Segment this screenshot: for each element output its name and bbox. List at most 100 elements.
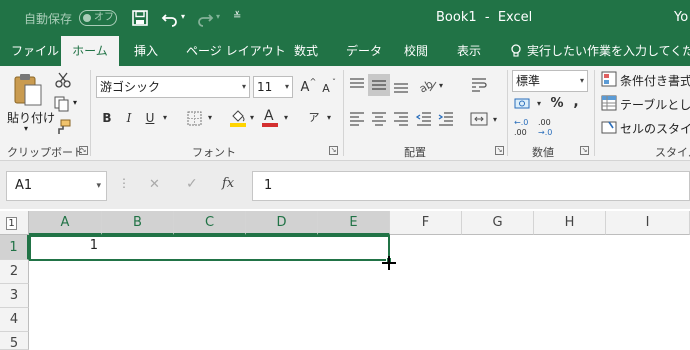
cell-styles-icon[interactable] [601,119,617,135]
dec-decimal-bottom: →.0 [538,128,553,137]
borders-dropdown-icon[interactable]: ▾ [205,108,215,128]
comma-button[interactable]: , [571,92,581,112]
insert-function-icon[interactable]: fx [222,176,234,191]
decrease-decimal-icon[interactable]: .00 →.0 [538,118,560,140]
copy-dropdown-icon[interactable]: ▾ [73,98,77,107]
user-name[interactable]: Yo [674,10,688,25]
align-middle-icon[interactable] [368,74,390,96]
customize-qat-icon[interactable]: ≚ [233,11,241,22]
font-color-dropdown-icon[interactable]: ▾ [281,108,291,128]
document-title: Book1 - Excel [436,10,533,25]
column-header-A[interactable]: A [29,211,102,235]
format-painter-icon[interactable] [55,119,71,135]
underline-dropdown-icon[interactable]: ▾ [160,108,170,128]
clipboard-launcher-icon[interactable]: ↘ [79,146,88,155]
row-header-2[interactable]: 2 [0,260,29,284]
fill-color-icon[interactable] [230,108,246,128]
fill-color-dropdown-icon[interactable]: ▾ [247,108,257,128]
font-size-select[interactable]: 11 ▾ [253,76,293,98]
increase-indent-icon[interactable] [437,110,455,128]
format-as-table-icon[interactable] [601,95,617,111]
orientation-icon[interactable]: ab [417,76,438,96]
phonetic-icon[interactable]: ア [307,108,321,128]
number-launcher-icon[interactable]: ↘ [580,146,589,155]
align-left-icon[interactable] [348,110,366,128]
selection-active-cell [31,237,101,259]
conditional-formatting-icon[interactable] [601,71,617,87]
tab-formulas[interactable]: 数式 [294,36,318,66]
column-header-G[interactable]: G [462,211,534,235]
copy-icon[interactable] [54,96,70,112]
tab-view[interactable]: 表示 [457,36,481,66]
paste-icon[interactable] [12,72,44,108]
paste-label[interactable]: 貼り付け [7,109,55,126]
decrease-indent-icon[interactable] [415,110,433,128]
merge-center-icon[interactable] [470,110,488,128]
undo-dropdown-icon[interactable]: ▾ [181,12,185,21]
increase-decimal-icon[interactable]: ←.0 .00 [514,118,536,140]
tell-me-search[interactable]: 実行したい作業を入力してください [527,36,690,66]
enter-icon[interactable]: ✓ [186,176,198,192]
tab-review[interactable]: 校閲 [404,36,428,66]
chevron-down-icon: ▾ [241,82,246,91]
align-center-icon[interactable] [370,110,388,128]
row-header-3[interactable]: 3 [0,284,29,308]
column-header-D[interactable]: D [246,211,318,235]
italic-button[interactable]: I [122,108,136,128]
cell-styles-button[interactable]: セルのスタイル [620,120,690,137]
tab-home[interactable]: ホーム [61,36,119,66]
accounting-format-icon[interactable] [514,96,532,112]
format-as-table-button[interactable]: テーブルとして書 [620,96,690,113]
autosave-toggle[interactable]: オフ [79,10,117,26]
inc-decimal-top: ←.0 [514,118,529,127]
font-color-icon[interactable]: A [262,108,278,128]
align-bottom-icon[interactable] [392,76,410,94]
align-top-icon[interactable] [348,76,366,94]
cut-icon[interactable] [55,72,71,88]
row-header-1[interactable]: 1 [0,235,29,260]
merge-dropdown-icon[interactable]: ▾ [490,110,500,130]
phonetic-dropdown-icon[interactable]: ▾ [324,108,334,128]
number-format-select[interactable]: 標準 ▾ [512,70,588,92]
ribbon-home: 貼り付け ▾ ▾ クリップボード ↘ 游ゴシック ▾ 11 ▾ A ^ A ˇ … [0,66,690,161]
font-launcher-icon[interactable]: ↘ [329,146,338,155]
column-header-C[interactable]: C [174,211,246,235]
lightbulb-icon [510,44,522,58]
row-header-5[interactable]: 5 [0,332,29,350]
conditional-formatting-button[interactable]: 条件付き書式 [620,72,690,89]
paste-dropdown-icon[interactable]: ▾ [24,124,28,133]
wrap-text-icon[interactable] [470,76,488,94]
column-header-H[interactable]: H [534,211,606,235]
formula-bar-grip-icon[interactable]: ⋮ [118,176,130,190]
row-header-4[interactable]: 4 [0,308,29,332]
formula-input[interactable]: 1 [252,171,690,201]
orientation-dropdown-icon[interactable]: ▾ [436,76,446,96]
tab-insert[interactable]: 挿入 [134,36,158,66]
redo-dropdown-icon[interactable]: ▾ [216,12,220,21]
percent-button[interactable]: % [549,94,565,114]
font-name-select[interactable]: 游ゴシック ▾ [96,76,250,98]
chevron-down-icon[interactable]: ▾ [96,172,101,200]
column-header-F[interactable]: F [390,211,462,235]
alignment-launcher-icon[interactable]: ↘ [495,146,504,155]
chevron-down-icon: ▾ [579,76,584,85]
align-right-icon[interactable] [392,110,410,128]
shrink-arrow-icon: ˇ [332,78,336,87]
tab-data[interactable]: データ [346,36,382,66]
column-header-E[interactable]: E [318,211,390,235]
undo-icon[interactable] [161,9,179,27]
tab-page-layout[interactable]: ページ レイアウト [186,36,286,66]
save-icon[interactable] [132,10,148,26]
select-all-corner[interactable]: 1 [0,211,29,235]
tab-file[interactable]: ファイル [11,36,59,66]
underline-button[interactable]: U [143,108,157,128]
cancel-icon[interactable]: ✕ [149,177,160,192]
bold-button[interactable]: B [99,108,115,128]
column-header-B[interactable]: B [102,211,174,235]
name-box[interactable]: A1 ▾ [6,171,107,201]
grow-arrow-icon: ^ [309,77,317,86]
borders-icon[interactable] [187,111,202,126]
redo-icon[interactable] [196,9,214,27]
column-header-I[interactable]: I [606,211,690,235]
accounting-dropdown-icon[interactable]: ▾ [534,94,544,114]
